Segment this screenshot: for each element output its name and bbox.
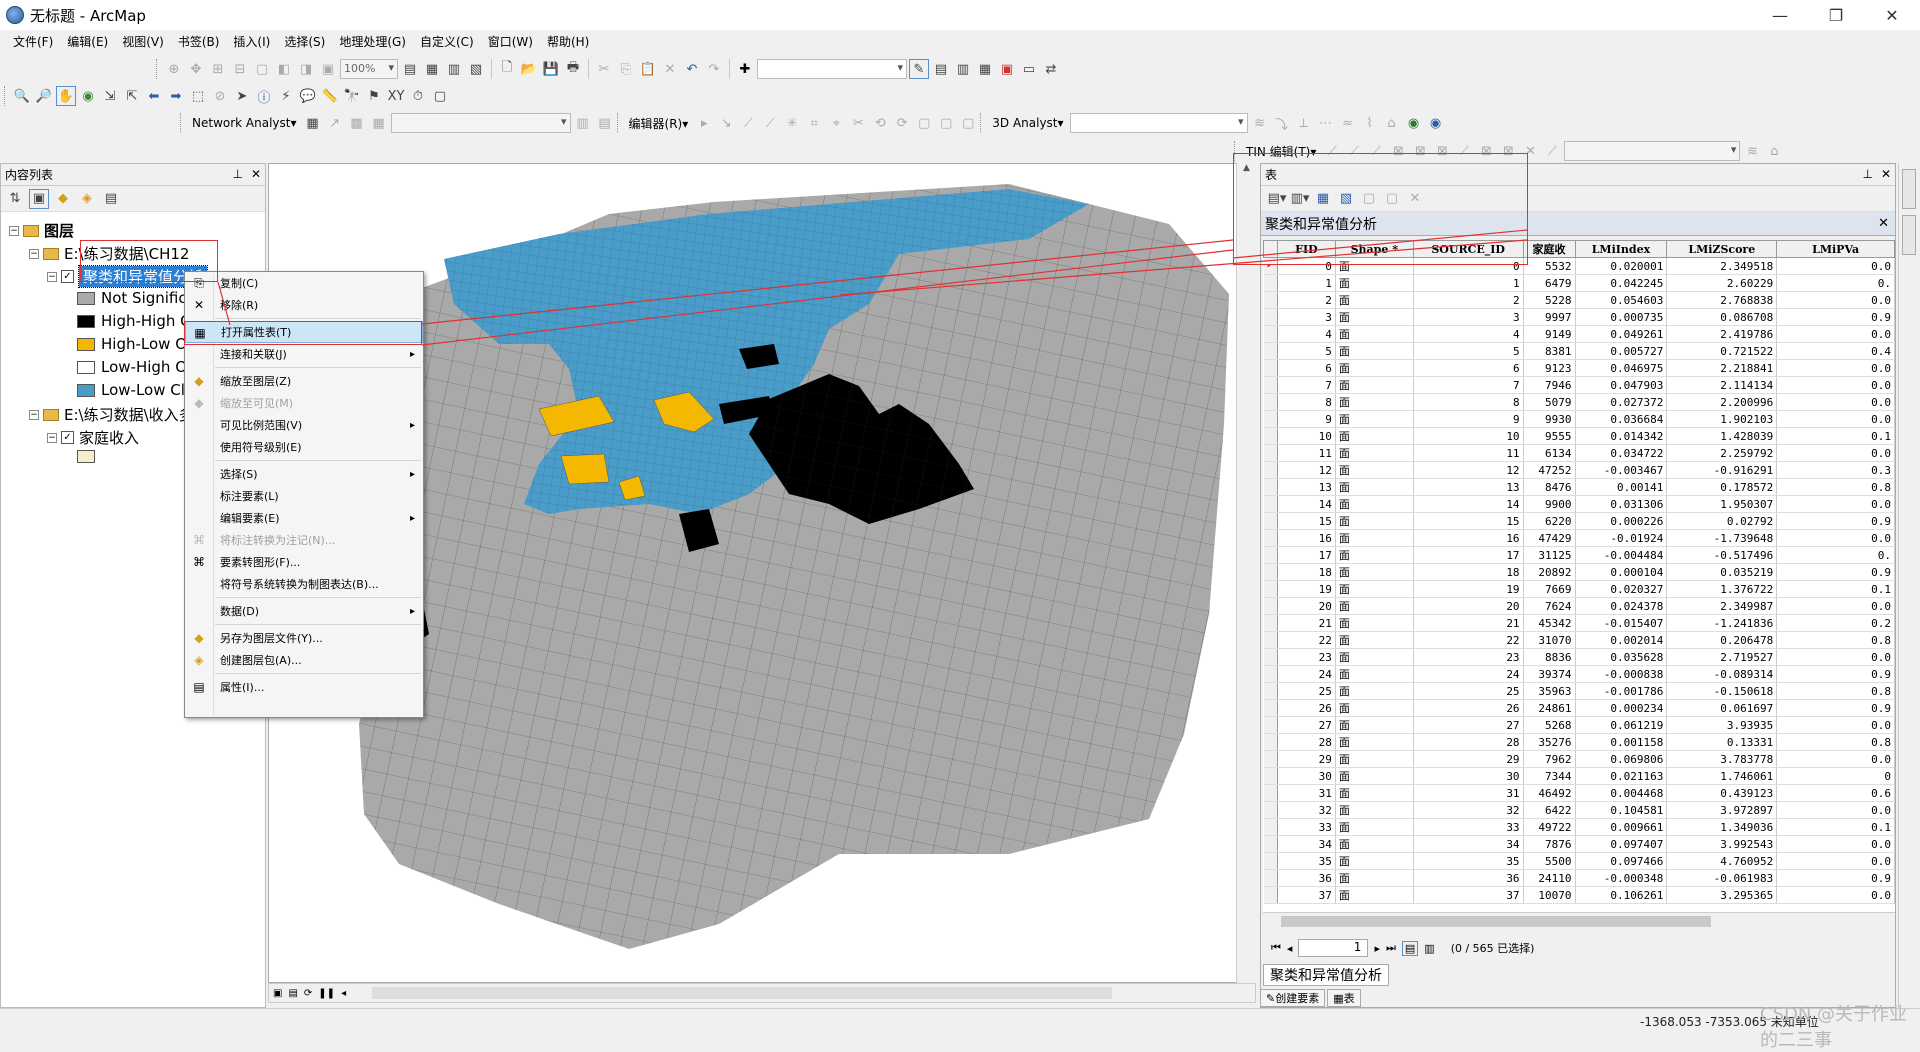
annotation-lines [217, 229, 1528, 346]
status-bar: -1368.053 -7353.065 未知单位 [0, 1008, 1920, 1030]
watermark: CSDN @关于作业的二三事 [1760, 1004, 1908, 1051]
